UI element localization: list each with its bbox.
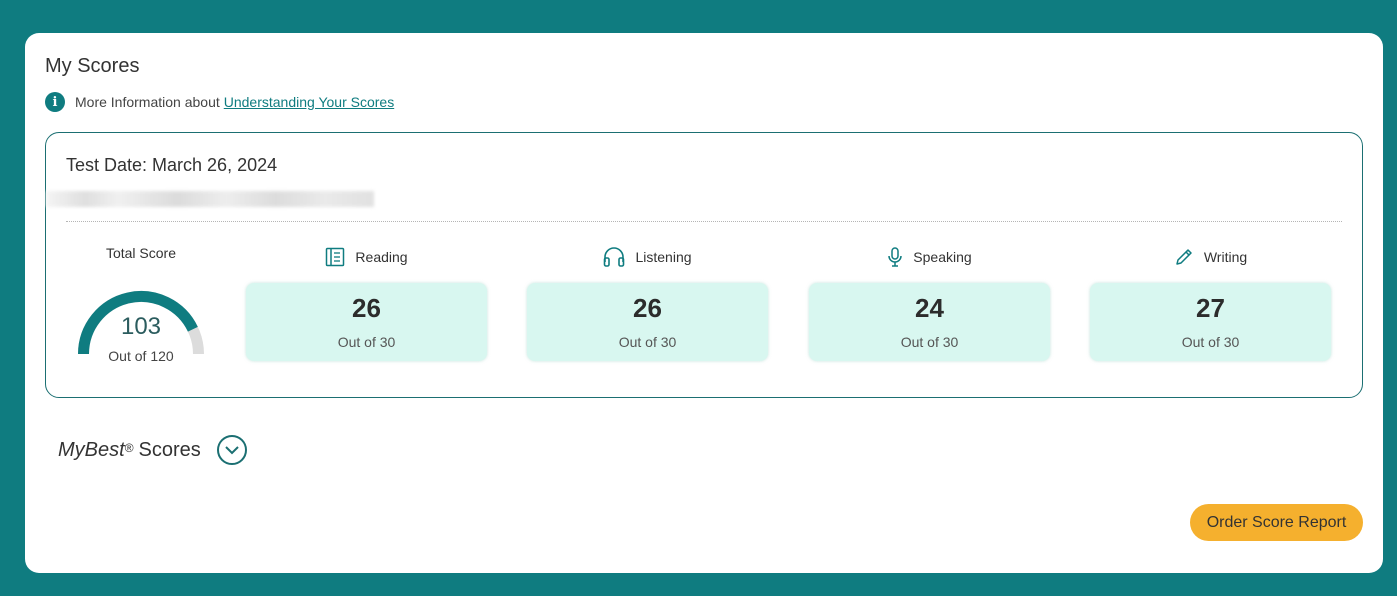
section-writing: Writing 27 Out of 30 [1090,245,1331,361]
section-name: Speaking [913,249,972,265]
section-score: 26 [352,293,381,323]
total-score-label: Total Score [105,245,177,261]
mybest-label: MyBest [58,438,125,461]
info-prefix: More Information about [75,94,220,110]
mybest-scores-label: Scores [138,438,201,461]
section-reading: Reading 26 Out of 30 [246,245,487,361]
headphones-icon [604,247,625,267]
section-header: Reading [246,245,487,269]
registered-mark: ® [124,441,134,455]
understanding-scores-link[interactable]: Understanding Your Scores [224,94,394,110]
book-icon [326,247,345,267]
score-tile: 26 Out of 30 [527,283,768,361]
pencil-icon [1176,249,1192,265]
total-score-value: 103 [120,313,162,340]
score-tile: 27 Out of 30 [1090,283,1331,361]
page-title: My Scores [45,55,140,77]
section-speaking: Speaking 24 Out of 30 [809,245,1050,361]
section-out-of: Out of 30 [618,334,677,350]
section-out-of: Out of 30 [1181,334,1240,350]
section-header: Writing [1090,245,1331,269]
section-name: Reading [355,249,408,265]
section-score: 27 [1196,293,1225,323]
scores-card: My Scores i More Information about Under… [25,33,1383,573]
section-score: 24 [915,293,944,323]
section-name: Writing [1203,249,1248,265]
microphone-icon [888,247,903,267]
test-score-panel: Test Date: March 26, 2024 Total Score 10… [45,132,1363,398]
section-out-of: Out of 30 [900,334,959,350]
section-header: Listening [527,245,768,269]
section-score: 26 [633,293,662,323]
divider [66,221,1342,222]
score-tile: 26 Out of 30 [246,283,487,361]
total-score: Total Score 103 Out of 120 [76,245,206,364]
score-tile: 24 Out of 30 [809,283,1050,361]
section-header: Speaking [809,245,1050,269]
total-score-out-of: Out of 120 [108,348,174,364]
info-icon: i [45,92,65,112]
order-score-report-button[interactable]: Order Score Report [1190,504,1363,541]
section-name: Listening [635,249,692,265]
mybest-scores-toggle[interactable]: MyBest ® Scores [58,435,247,465]
section-listening: Listening 26 Out of 30 [527,245,768,361]
chevron-down-icon[interactable] [216,435,247,465]
redacted-info [46,191,374,207]
section-out-of: Out of 30 [337,334,396,350]
info-row: i More Information about Understanding Y… [45,92,394,112]
test-date: Test Date: March 26, 2024 [66,155,278,175]
